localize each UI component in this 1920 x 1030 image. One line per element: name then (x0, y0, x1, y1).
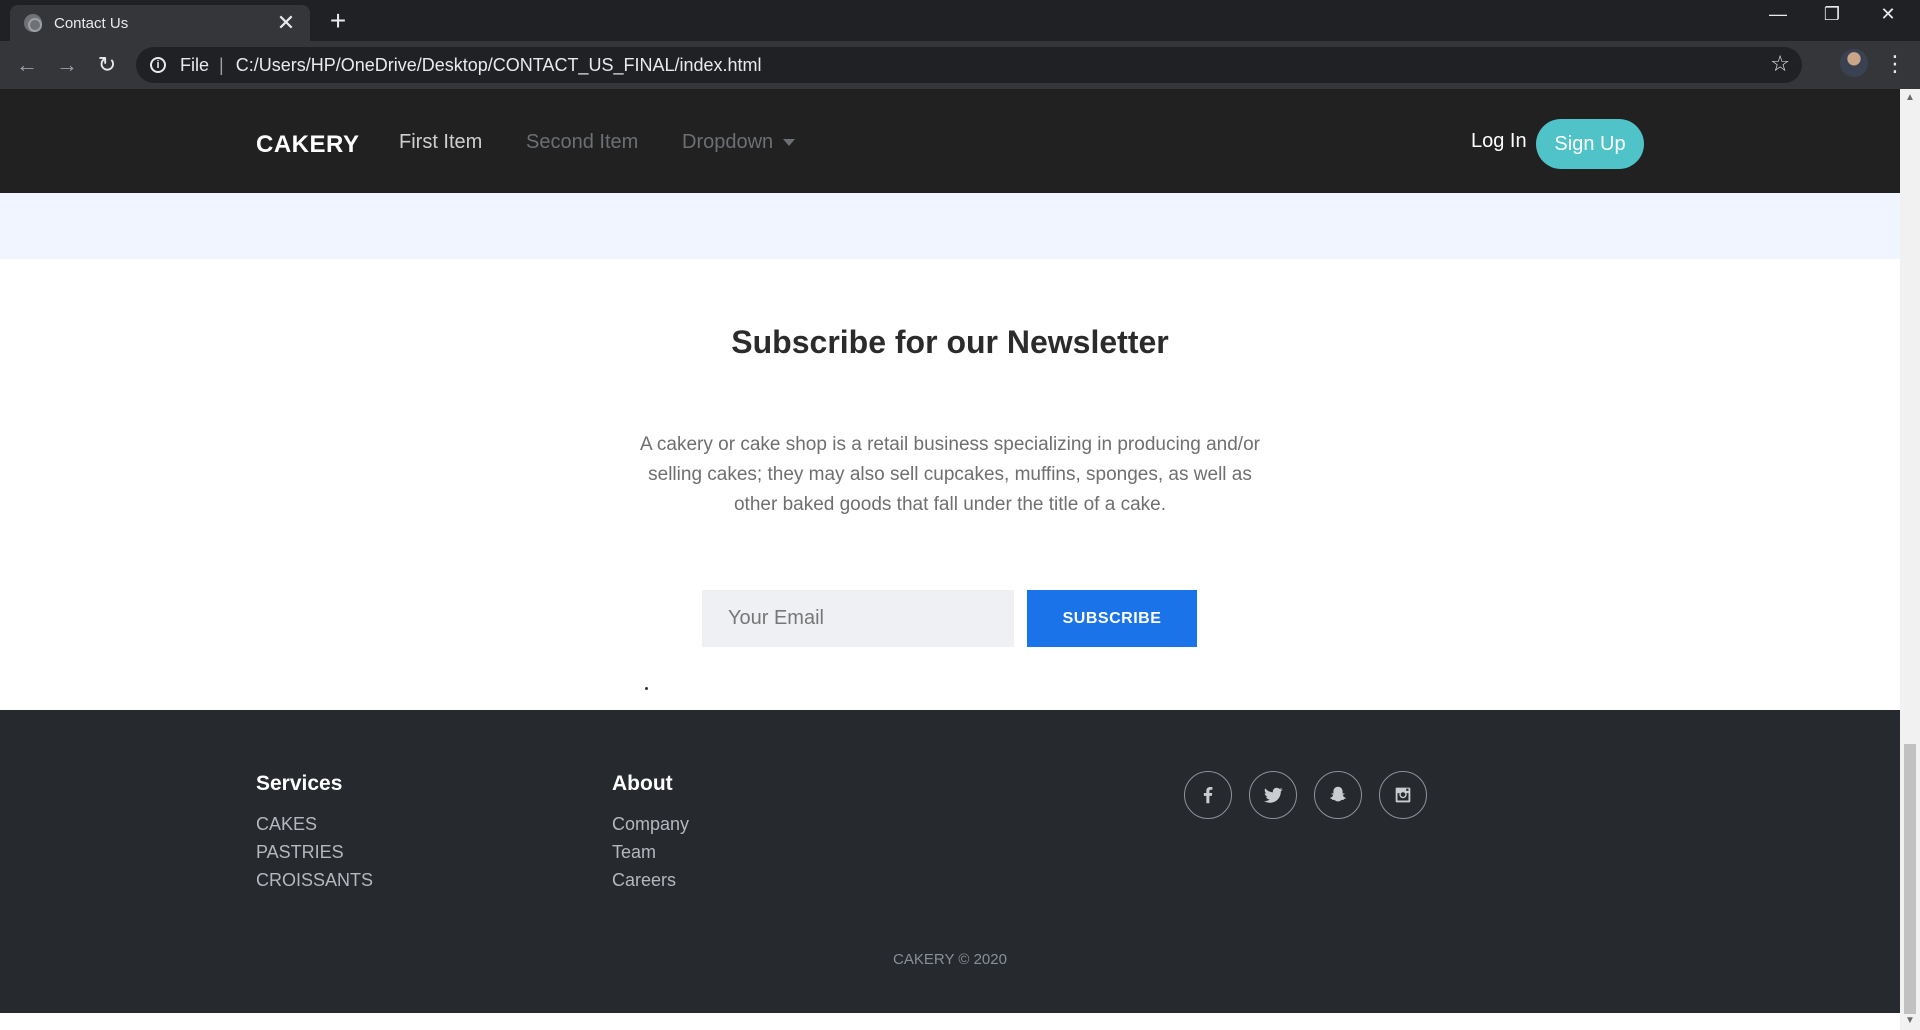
footer-link-cakes[interactable]: CAKES (256, 810, 373, 838)
globe-icon (24, 14, 42, 32)
site-footer: Services CAKES PASTRIES CROISSANTS About… (0, 710, 1900, 1013)
close-tab-icon[interactable]: ✕ (276, 12, 296, 34)
subscribe-button[interactable]: SUBSCRIBE (1027, 590, 1197, 647)
nav-item-dropdown[interactable]: Dropdown (682, 131, 796, 154)
reload-icon[interactable]: ↻ (92, 50, 122, 80)
scheme-label: File (180, 54, 210, 75)
page-bottom-strip (0, 1013, 1900, 1030)
scroll-thumb[interactable] (1904, 744, 1916, 1014)
minimize-icon[interactable]: — (1756, 4, 1800, 25)
footer-link-company[interactable]: Company (612, 810, 689, 838)
footer-link-team[interactable]: Team (612, 838, 689, 866)
footer-services-column: Services CAKES PASTRIES CROISSANTS (256, 772, 373, 894)
scroll-down-icon[interactable]: ▼ (1900, 1015, 1920, 1026)
browser-tab-strip: Contact Us ✕ + — ❐ ✕ (0, 0, 1920, 41)
browser-toolbar: ← → ↻ i File | C:/Users/HP/OneDrive/Desk… (0, 41, 1920, 89)
caret-down-icon (783, 139, 796, 147)
scroll-up-icon[interactable]: ▲ (1900, 92, 1920, 103)
footer-link-careers[interactable]: Careers (612, 866, 689, 894)
profile-avatar[interactable] (1840, 49, 1868, 77)
footer-link-croissants[interactable]: CROISSANTS (256, 866, 373, 894)
hero-band (0, 193, 1900, 259)
kebab-menu-icon[interactable]: ⋮ (1884, 49, 1906, 79)
twitter-icon[interactable] (1249, 771, 1297, 819)
facebook-icon[interactable] (1184, 771, 1232, 819)
new-tab-button[interactable]: + (323, 6, 353, 36)
stray-dot (645, 687, 648, 690)
footer-link-pastries[interactable]: PASTRIES (256, 838, 373, 866)
dropdown-label: Dropdown (682, 131, 774, 153)
nav-item-second[interactable]: Second Item (526, 131, 638, 154)
footer-about-heading: About (612, 772, 673, 795)
login-link[interactable]: Log In (1471, 130, 1527, 153)
address-bar[interactable]: i File | C:/Users/HP/OneDrive/Desktop/CO… (136, 47, 1802, 83)
page-viewport: CAKERY First Item Second Item Dropdown L… (0, 89, 1900, 1030)
arrow-back-icon[interactable]: ← (12, 50, 42, 80)
arrow-forward-icon[interactable]: → (52, 50, 82, 80)
copyright-text: CAKERY © 2020 (893, 951, 1007, 968)
footer-services-heading: Services (256, 772, 343, 795)
info-icon[interactable]: i (150, 57, 166, 73)
page-scrollbar[interactable]: ▲ ▼ (1900, 89, 1920, 1030)
star-icon[interactable]: ☆ (1770, 51, 1790, 77)
browser-tab[interactable]: Contact Us ✕ (10, 5, 310, 41)
close-window-icon[interactable]: ✕ (1866, 4, 1910, 25)
nav-item-first[interactable]: First Item (399, 131, 482, 154)
snapchat-icon[interactable] (1314, 771, 1362, 819)
url-text[interactable]: C:/Users/HP/OneDrive/Desktop/CONTACT_US_… (236, 55, 762, 76)
scheme-separator: | (219, 54, 224, 75)
restore-icon[interactable]: ❐ (1810, 4, 1854, 25)
site-navbar: CAKERY First Item Second Item Dropdown L… (0, 89, 1900, 193)
signup-button[interactable]: Sign Up (1536, 119, 1644, 169)
newsletter-description: A cakery or cake shop is a retail busine… (640, 434, 1260, 515)
brand-logo[interactable]: CAKERY (256, 131, 359, 159)
footer-about-column: About Company Team Careers (612, 772, 689, 894)
email-input[interactable] (702, 590, 1014, 647)
newsletter-title: Subscribe for our Newsletter (731, 324, 1169, 360)
instagram-icon[interactable] (1379, 771, 1427, 819)
tab-title: Contact Us (54, 14, 129, 32)
